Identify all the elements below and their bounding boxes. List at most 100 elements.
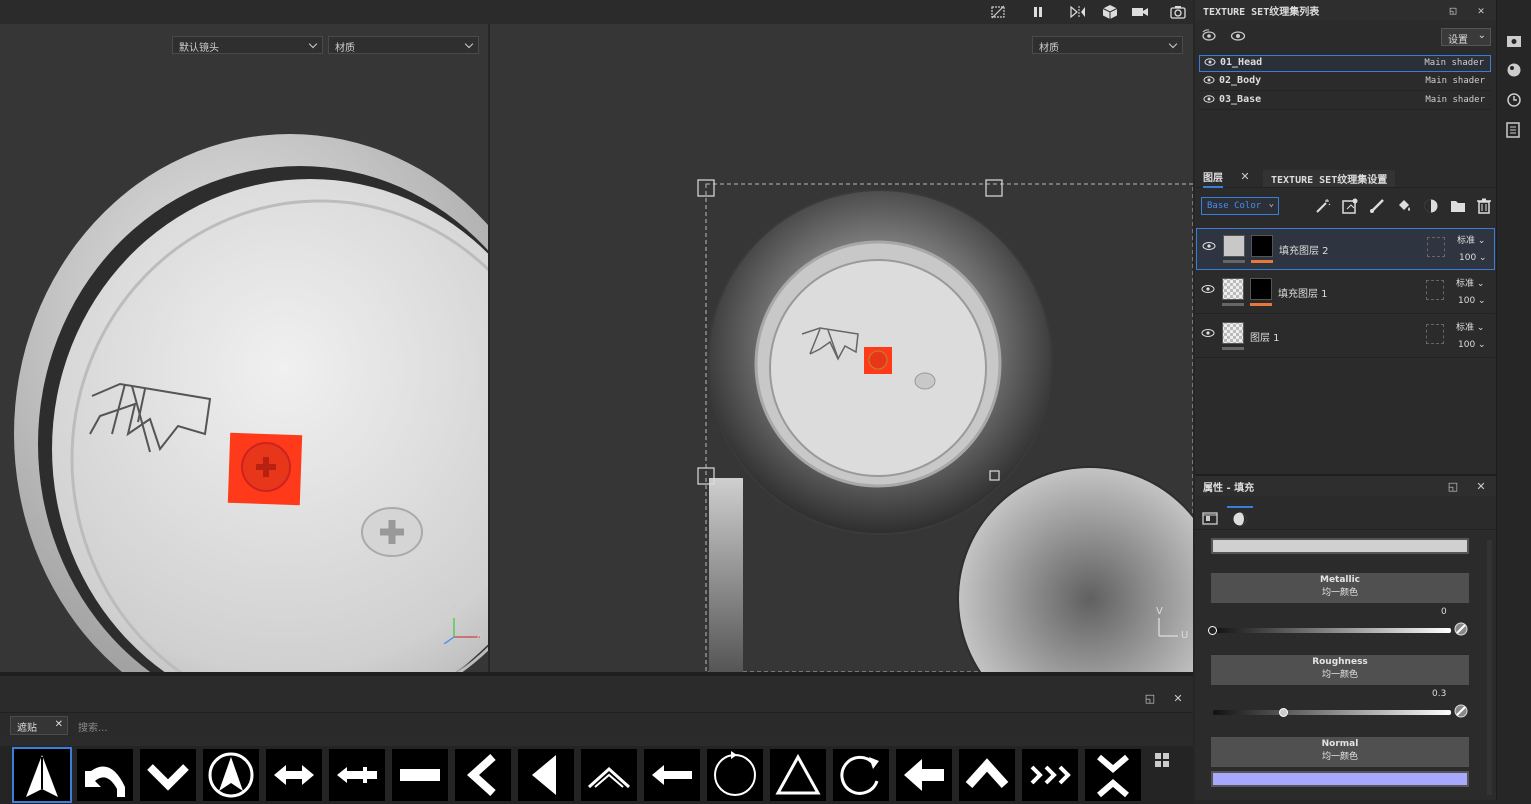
display-settings-icon[interactable]: [1506, 34, 1522, 53]
stencil-item[interactable]: [833, 749, 889, 801]
close-icon[interactable]: ✕: [55, 719, 63, 730]
smart-material-icon[interactable]: [1423, 198, 1439, 217]
eye-icon[interactable]: [1204, 57, 1216, 70]
camera-icon[interactable]: [1128, 2, 1152, 22]
viewport-3d[interactable]: 默认镜头 材质 Y X: [0, 24, 488, 672]
blend-mode[interactable]: 标准 ⌄: [1456, 320, 1484, 333]
layer-thumbnail[interactable]: [1223, 235, 1245, 257]
viewport-2d[interactable]: 材质 V U: [490, 24, 1193, 672]
tab-texture-set-settings[interactable]: TEXTURE SET纹理集设置: [1263, 170, 1396, 187]
texture-set-shader[interactable]: Main shader: [1425, 76, 1485, 86]
material-select-3d[interactable]: 材质: [328, 36, 479, 54]
material-select-2d[interactable]: 材质: [1032, 36, 1183, 54]
float-icon[interactable]: ◱: [1445, 478, 1461, 494]
stencil-item[interactable]: [12, 747, 72, 803]
layer-row-fill-2[interactable]: 填充图层 2 标准 ⌄ 100 ⌄: [1196, 228, 1495, 270]
close-icon[interactable]: ✕: [1473, 478, 1489, 494]
tab-material-icon[interactable]: [1227, 506, 1253, 530]
roughness-slider[interactable]: [1213, 710, 1451, 715]
mirror-icon[interactable]: [1066, 2, 1090, 22]
layer-thumbnail[interactable]: [1222, 322, 1244, 344]
layer-row-paint-1[interactable]: 图层 1 标准 ⌄ 100 ⌄: [1196, 316, 1495, 358]
properties-scrollbar[interactable]: [1487, 540, 1492, 795]
trash-icon[interactable]: [1477, 198, 1491, 217]
metallic-block[interactable]: Metallic 均一颜色: [1211, 573, 1469, 603]
eye-icon[interactable]: [1201, 284, 1215, 297]
grid-view-icon[interactable]: [1154, 752, 1170, 768]
stencil-item[interactable]: [1022, 749, 1078, 801]
texture-set-shader[interactable]: Main shader: [1424, 58, 1484, 68]
normal-block[interactable]: Normal 均一颜色: [1211, 737, 1469, 767]
mask-thumbnail[interactable]: [1250, 278, 1272, 300]
stencil-item[interactable]: [959, 749, 1015, 801]
stencil-item[interactable]: [707, 749, 763, 801]
blend-box[interactable]: [1426, 324, 1444, 344]
tab-geometry-icon[interactable]: [1202, 510, 1218, 529]
eye-icon[interactable]: [1203, 94, 1215, 107]
mask-thumbnail[interactable]: [1251, 235, 1273, 257]
blend-mode[interactable]: 标准 ⌄: [1456, 276, 1484, 289]
roughness-value[interactable]: 0.3: [1432, 689, 1446, 699]
tab-stencils[interactable]: 遮贴 ✕: [10, 716, 68, 735]
texture-source-icon[interactable]: [1454, 704, 1468, 721]
texture-source-icon[interactable]: [1454, 622, 1468, 639]
blend-box[interactable]: [1427, 237, 1445, 257]
stencil-item[interactable]: [581, 749, 637, 801]
layer-name[interactable]: 图层 1: [1250, 329, 1280, 344]
log-icon[interactable]: [1506, 122, 1520, 141]
float-icon[interactable]: ◱: [1142, 690, 1158, 706]
float-icon[interactable]: ◱: [1445, 2, 1461, 18]
stencil-item[interactable]: [329, 749, 385, 801]
normal-color-swatch[interactable]: [1211, 771, 1469, 787]
settings-dropdown[interactable]: 设置 ⌄: [1441, 28, 1491, 46]
stencil-item[interactable]: [896, 749, 952, 801]
add-mask-icon[interactable]: [1342, 198, 1358, 217]
eye-icon[interactable]: [1203, 75, 1215, 88]
fill-bucket-icon[interactable]: [1396, 198, 1412, 217]
eye-icon[interactable]: [1202, 241, 1216, 254]
texture-set-item-base[interactable]: 03_Base Main shader: [1199, 93, 1491, 110]
metallic-slider[interactable]: [1213, 628, 1451, 633]
layer-thumbnail[interactable]: [1222, 278, 1244, 300]
camera-select[interactable]: 默认镜头: [172, 36, 323, 54]
visibility-icon[interactable]: [1230, 28, 1246, 47]
blend-box[interactable]: [1426, 280, 1444, 300]
metallic-slider-handle[interactable]: [1208, 626, 1217, 635]
stencil-item[interactable]: [203, 749, 259, 801]
layer-name[interactable]: 填充图层 1: [1278, 285, 1328, 300]
cube-icon[interactable]: [1098, 2, 1122, 22]
stencil-item[interactable]: [518, 749, 574, 801]
stencil-item[interactable]: [770, 749, 826, 801]
shader-settings-icon[interactable]: [1506, 62, 1522, 81]
close-icon[interactable]: ✕: [1237, 168, 1253, 184]
base-color-swatch[interactable]: [1211, 538, 1469, 554]
layer-opacity[interactable]: 100 ⌄: [1458, 296, 1486, 306]
layer-row-fill-1[interactable]: 填充图层 1 标准 ⌄ 100 ⌄: [1196, 272, 1495, 314]
channel-select[interactable]: Base Color ⌄: [1201, 197, 1279, 215]
tab-layers[interactable]: 图层: [1203, 169, 1223, 188]
layer-opacity[interactable]: 100 ⌄: [1459, 253, 1487, 263]
texture-set-shader[interactable]: Main shader: [1425, 95, 1485, 105]
layer-name[interactable]: 填充图层 2: [1279, 242, 1329, 257]
stencil-item[interactable]: [77, 749, 133, 801]
stencil-item[interactable]: [266, 749, 322, 801]
blend-mode[interactable]: 标准 ⌄: [1457, 233, 1485, 246]
close-icon[interactable]: ✕: [1473, 2, 1489, 18]
shelf-search-input[interactable]: 搜索...: [78, 719, 108, 734]
metallic-value[interactable]: 0: [1441, 607, 1447, 617]
folder-icon[interactable]: [1450, 199, 1466, 216]
hide-icon[interactable]: [986, 2, 1010, 22]
close-icon[interactable]: ✕: [1170, 690, 1186, 706]
stencil-item[interactable]: [140, 749, 196, 801]
brush-icon[interactable]: [1369, 198, 1385, 217]
stencil-item[interactable]: [455, 749, 511, 801]
roughness-block[interactable]: Roughness 均一颜色: [1211, 655, 1469, 685]
stencil-item[interactable]: [392, 749, 448, 801]
texture-set-item-head[interactable]: 01_Head Main shader: [1199, 55, 1491, 72]
roughness-slider-handle[interactable]: [1279, 708, 1289, 717]
eye-icon[interactable]: [1201, 328, 1215, 341]
magic-wand-icon[interactable]: [1315, 198, 1331, 217]
texture-set-item-body[interactable]: 02_Body Main shader: [1199, 74, 1491, 91]
screenshot-icon[interactable]: [1166, 2, 1190, 22]
stencil-item[interactable]: [644, 749, 700, 801]
